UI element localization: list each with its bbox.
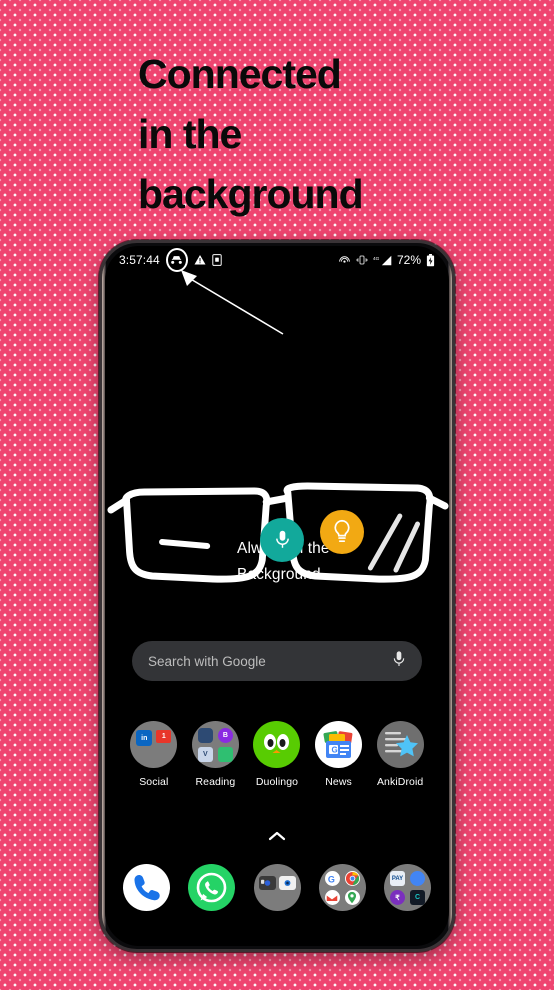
battery-percent-label: 72% [396,253,421,267]
page-title: Connected in the background [138,44,498,224]
cast-icon [338,254,351,267]
google-search-bar[interactable]: Search with Google [132,641,422,681]
app-item-news[interactable]: G News [308,721,370,788]
google-search-icon: G [324,871,340,886]
app-grid: in 1 Social B V Reading Duolingo G News … [123,721,431,788]
app-label-duolingo: Duolingo [255,776,299,788]
status-bar-clock: 3:57:44 [119,253,160,267]
gmail-icon [324,890,340,905]
folder-social-icon[interactable]: in 1 [130,721,178,768]
google-assistant-mic-icon[interactable] [260,518,304,562]
svg-text:G: G [332,746,338,755]
payment-app-1-icon: PAY [390,871,405,886]
payment-app-4-icon: C [410,890,425,905]
chevron-up-icon[interactable] [268,831,286,841]
app-drawer-indicator[interactable] [105,828,449,846]
google-news-icon[interactable]: G [315,721,363,768]
phone-mockup: 3:57:44 4G 72% the Background Search wit… [99,240,455,952]
camera-app-1-icon [258,876,276,890]
app-item-ankidroid[interactable]: AnkiDroid [369,721,431,788]
reading-app-1-icon [197,728,213,743]
wallpaper-glasses [105,476,449,596]
reading-app-3-icon: V [197,747,213,762]
headline-line-1: Connected [138,51,342,97]
headline-line-2: in the [138,111,242,157]
phone-screen: 3:57:44 4G 72% the Background Search wit… [105,246,449,946]
microphone-icon[interactable] [392,650,406,673]
chrome-icon [344,871,360,886]
folder-reading-icon[interactable]: B V [191,721,239,768]
phone-dialer-icon[interactable] [123,864,170,911]
google-pay-icon [410,871,425,886]
linkedin-icon: in [136,730,153,746]
app-label-ankidroid: AnkiDroid [376,776,424,788]
status-bar-right: 4G 72% [338,253,435,267]
signal-4g-icon: 4G [373,254,392,267]
duolingo-icon[interactable] [253,721,301,768]
app-label-reading: Reading [195,776,236,788]
app-item-reading[interactable]: B V Reading [185,721,247,788]
folder-camera-icon[interactable] [253,864,301,911]
app-item-social[interactable]: in 1 Social [123,721,185,788]
google-keep-bulb-icon[interactable] [320,510,364,554]
folder-payments-icon[interactable]: PAY ₹ C [384,864,431,911]
reading-app-2-icon: B [217,728,233,743]
google-maps-icon [344,890,360,905]
battery-charging-icon [426,253,435,267]
reading-app-4-icon [217,747,233,762]
svg-text:G: G [328,874,335,884]
dock: G PAY ₹ C [123,864,431,911]
app-label-news: News [325,776,352,788]
app-label-social: Social [139,776,169,788]
payment-app-3-icon: ₹ [390,890,405,905]
vibrate-icon [356,254,368,266]
notification-badge: 1 [156,730,172,743]
folder-google-icon[interactable]: G [318,864,366,911]
app-item-duolingo[interactable]: Duolingo [246,721,308,788]
camera-app-2-icon [278,876,296,890]
search-input[interactable]: Search with Google [148,654,392,669]
svg-text:4G: 4G [373,255,380,261]
ankidroid-icon[interactable] [376,721,424,768]
headline-line-3: background [138,171,364,217]
annotation-arrow-icon [181,270,284,335]
whatsapp-icon[interactable] [188,864,236,911]
